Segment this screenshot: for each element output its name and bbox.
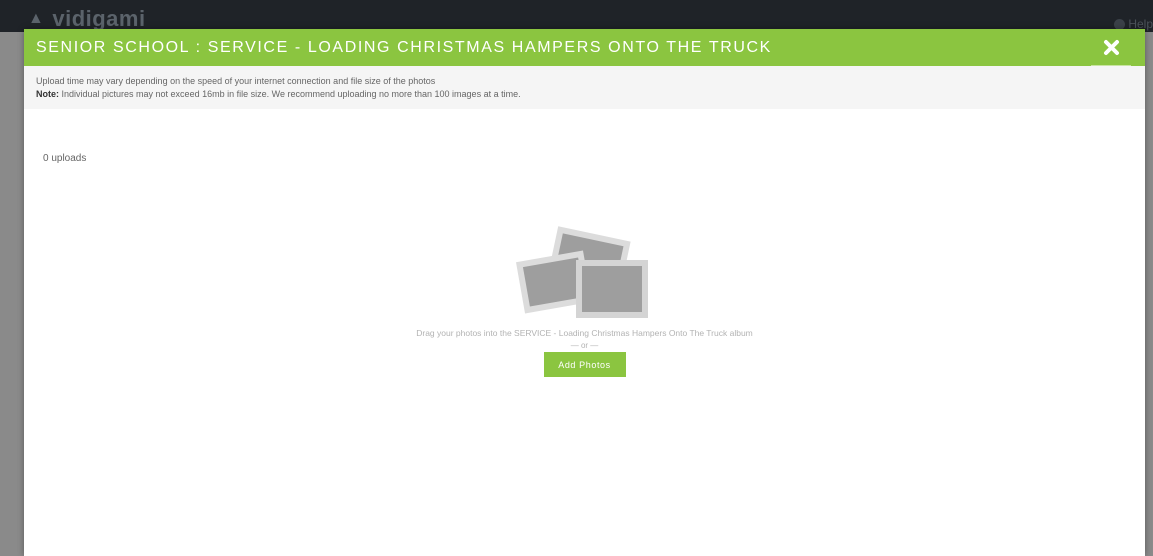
upload-time-note: Upload time may vary depending on the sp… <box>36 76 436 86</box>
upload-modal: SENIOR SCHOOL : SERVICE - LOADING CHRIST… <box>24 29 1145 556</box>
help-icon <box>1114 18 1126 30</box>
close-x-icon <box>1103 39 1119 55</box>
photo-dropzone[interactable]: Drag your photos into the SERVICE - Load… <box>24 224 1145 377</box>
drag-instructions: Drag your photos into the SERVICE - Load… <box>416 328 753 338</box>
note-text: Individual pictures may not exceed 16mb … <box>59 89 521 99</box>
modal-title: SENIOR SCHOOL : SERVICE - LOADING CHRIST… <box>36 38 772 56</box>
uploads-count: 0 uploads <box>43 153 87 164</box>
close-button[interactable] <box>1091 29 1131 66</box>
background-top-bar: ▲ vidigami Help <box>0 0 1153 32</box>
home-icon: ▲ <box>28 10 45 27</box>
photos-stack-icon <box>515 226 648 318</box>
add-photos-button[interactable]: Add Photos <box>543 352 626 377</box>
note-label: Note: <box>36 89 59 99</box>
modal-header: SENIOR SCHOOL : SERVICE - LOADING CHRIST… <box>24 29 1145 66</box>
upload-info-bar: Upload time may vary depending on the sp… <box>24 66 1145 109</box>
or-separator: — or — <box>570 341 599 350</box>
file-size-note: Note: Individual pictures may not exceed… <box>36 88 1133 101</box>
